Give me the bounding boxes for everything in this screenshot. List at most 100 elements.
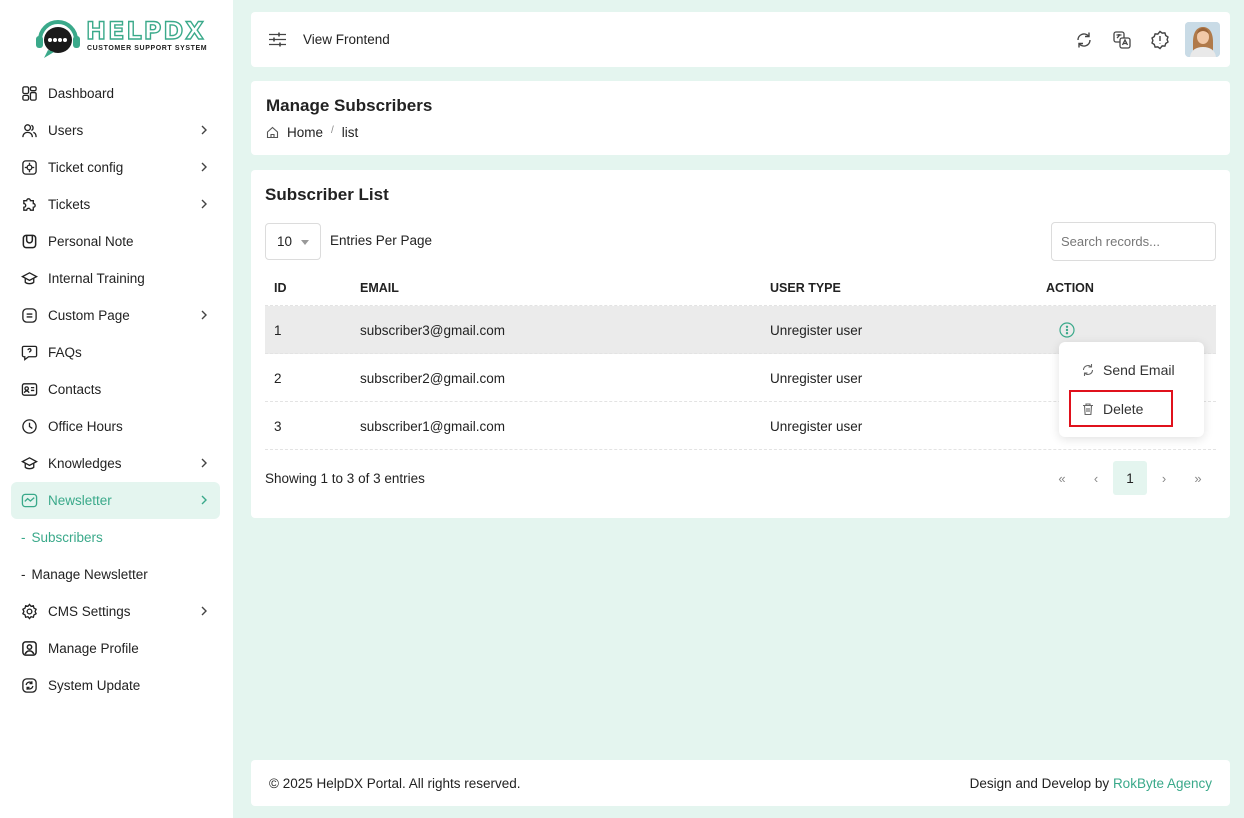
sidebar-item-label: Contacts [48, 382, 102, 397]
sidebar-item-label: Dashboard [48, 86, 115, 101]
sidebar-item-label: Tickets [48, 197, 91, 212]
column-header-id[interactable]: ID [274, 281, 287, 295]
top-bar: View Frontend [251, 12, 1230, 67]
sidebar-item-office-hours[interactable]: Office Hours [11, 408, 220, 445]
sidebar-item-newsletter[interactable]: Newsletter [11, 482, 220, 519]
breadcrumb-separator: / [331, 125, 334, 136]
user-avatar-image [1185, 22, 1220, 57]
newsletter-icon [21, 492, 38, 509]
chevron-right-icon [201, 310, 207, 320]
translate-icon[interactable] [1112, 30, 1132, 50]
page-title: Manage Subscribers [266, 96, 433, 115]
trash-icon [1083, 403, 1093, 416]
settings-icon [21, 603, 38, 620]
page-next-button[interactable]: › [1147, 461, 1181, 495]
avatar[interactable] [1185, 22, 1220, 57]
page-current-button[interactable]: 1 [1113, 461, 1147, 495]
sub-dash: - [21, 530, 26, 545]
entries-per-page-select[interactable]: 10 [265, 223, 321, 260]
send-email-menu-item[interactable]: Send Email [1081, 362, 1175, 378]
page-last-button[interactable]: » [1181, 461, 1215, 495]
sidebar-item-faqs[interactable]: FAQs [11, 334, 220, 371]
page-header-card: Manage Subscribers Home / list [251, 81, 1230, 155]
sidebar-item-label: CMS Settings [48, 604, 131, 619]
logo-tagline: CUSTOMER SUPPORT SYSTEM [87, 45, 208, 52]
breadcrumb: Home / list [266, 125, 358, 140]
more-options-icon[interactable] [1059, 322, 1075, 338]
breadcrumb-home[interactable]: Home [287, 125, 323, 140]
sidebar-item-users[interactable]: Users [11, 112, 220, 149]
refresh-icon [1082, 364, 1094, 376]
view-frontend-link[interactable]: View Frontend [303, 32, 390, 47]
sidebar-item-label: Personal Note [48, 234, 134, 249]
sidebar-item-tickets[interactable]: Tickets [11, 186, 220, 223]
ticket-config-icon [21, 159, 38, 176]
sidebar-item-contacts[interactable]: Contacts [11, 371, 220, 408]
sidebar-nav: Dashboard Users Ticket config Tickets Pe… [11, 75, 220, 704]
sidebar-item-system-update[interactable]: System Update [11, 667, 220, 704]
sidebar-item-label: FAQs [48, 345, 82, 360]
sidebar-item-internal-training[interactable]: Internal Training [11, 260, 220, 297]
sidebar: HELPDX CUSTOMER SUPPORT SYSTEM Dashboard… [0, 0, 233, 818]
sidebar-item-custom-page[interactable]: Custom Page [11, 297, 220, 334]
delete-menu-item[interactable]: Delete [1081, 401, 1143, 417]
sidebar-item-label: Newsletter [48, 493, 112, 508]
update-icon [21, 677, 38, 694]
alert-badge-icon[interactable] [1150, 30, 1170, 50]
sidebar-item-label: Knowledges [48, 456, 122, 471]
training-icon [21, 270, 38, 287]
contacts-icon [21, 381, 38, 398]
cell-id: 2 [274, 371, 282, 386]
sidebar-item-label: Ticket config [48, 160, 124, 175]
sidebar-subitem-subscribers[interactable]: - Subscribers [11, 519, 220, 556]
chevron-right-icon [201, 199, 207, 209]
users-icon [21, 122, 38, 139]
chevron-right-icon [201, 125, 207, 135]
dashboard-icon [21, 85, 38, 102]
cell-id: 1 [274, 323, 282, 338]
page-prev-button[interactable]: ‹ [1079, 461, 1113, 495]
menu-item-label: Delete [1103, 401, 1144, 417]
search-input[interactable] [1051, 222, 1216, 261]
sidebar-item-label: Office Hours [48, 419, 123, 434]
chevron-right-icon [201, 458, 207, 468]
logo[interactable]: HELPDX CUSTOMER SUPPORT SYSTEM [34, 14, 207, 62]
agency-link[interactable]: RokByte Agency [1113, 776, 1212, 791]
cell-email: subscriber2@gmail.com [360, 371, 505, 386]
credit-text: Design and Develop by RokByte Agency [970, 776, 1212, 791]
footer: © 2025 HelpDX Portal. All rights reserve… [251, 760, 1230, 806]
sidebar-item-cms-settings[interactable]: CMS Settings [11, 593, 220, 630]
showing-entries-text: Showing 1 to 3 of 3 entries [265, 471, 425, 486]
column-header-email[interactable]: EMAIL [360, 281, 399, 295]
sidebar-item-ticket-config[interactable]: Ticket config [11, 149, 220, 186]
sidebar-item-knowledges[interactable]: Knowledges [11, 445, 220, 482]
sidebar-subitem-label: Manage Newsletter [31, 567, 148, 582]
clock-icon [21, 418, 38, 435]
sidebar-item-label: Custom Page [48, 308, 130, 323]
sidebar-item-dashboard[interactable]: Dashboard [11, 75, 220, 112]
cell-email: subscriber1@gmail.com [360, 419, 505, 434]
sidebar-item-personal-note[interactable]: Personal Note [11, 223, 220, 260]
sliders-menu-icon[interactable] [269, 32, 286, 47]
sidebar-item-manage-profile[interactable]: Manage Profile [11, 630, 220, 667]
logo-headset-icon [36, 20, 80, 58]
refresh-icon[interactable] [1074, 30, 1094, 50]
column-header-user-type[interactable]: USER TYPE [770, 281, 841, 295]
home-icon [266, 126, 279, 139]
faq-icon [21, 344, 38, 361]
copyright-text: © 2025 HelpDX Portal. All rights reserve… [269, 776, 521, 791]
cell-id: 3 [274, 419, 282, 434]
page-first-button[interactable]: « [1045, 461, 1079, 495]
pagination: « ‹ 1 › » [1045, 461, 1215, 495]
credit-prefix: Design and Develop by [969, 776, 1110, 791]
sidebar-item-label: Internal Training [48, 271, 145, 286]
cell-user-type: Unregister user [770, 323, 863, 338]
note-icon [21, 233, 38, 250]
per-page-value: 10 [277, 234, 293, 249]
chevron-right-icon [201, 162, 207, 172]
cell-email: subscriber3@gmail.com [360, 323, 505, 338]
breadcrumb-current: list [341, 125, 359, 140]
sidebar-subitem-label: Subscribers [31, 530, 103, 545]
sidebar-subitem-manage-newsletter[interactable]: - Manage Newsletter [11, 556, 220, 593]
sub-dash: - [21, 567, 26, 582]
